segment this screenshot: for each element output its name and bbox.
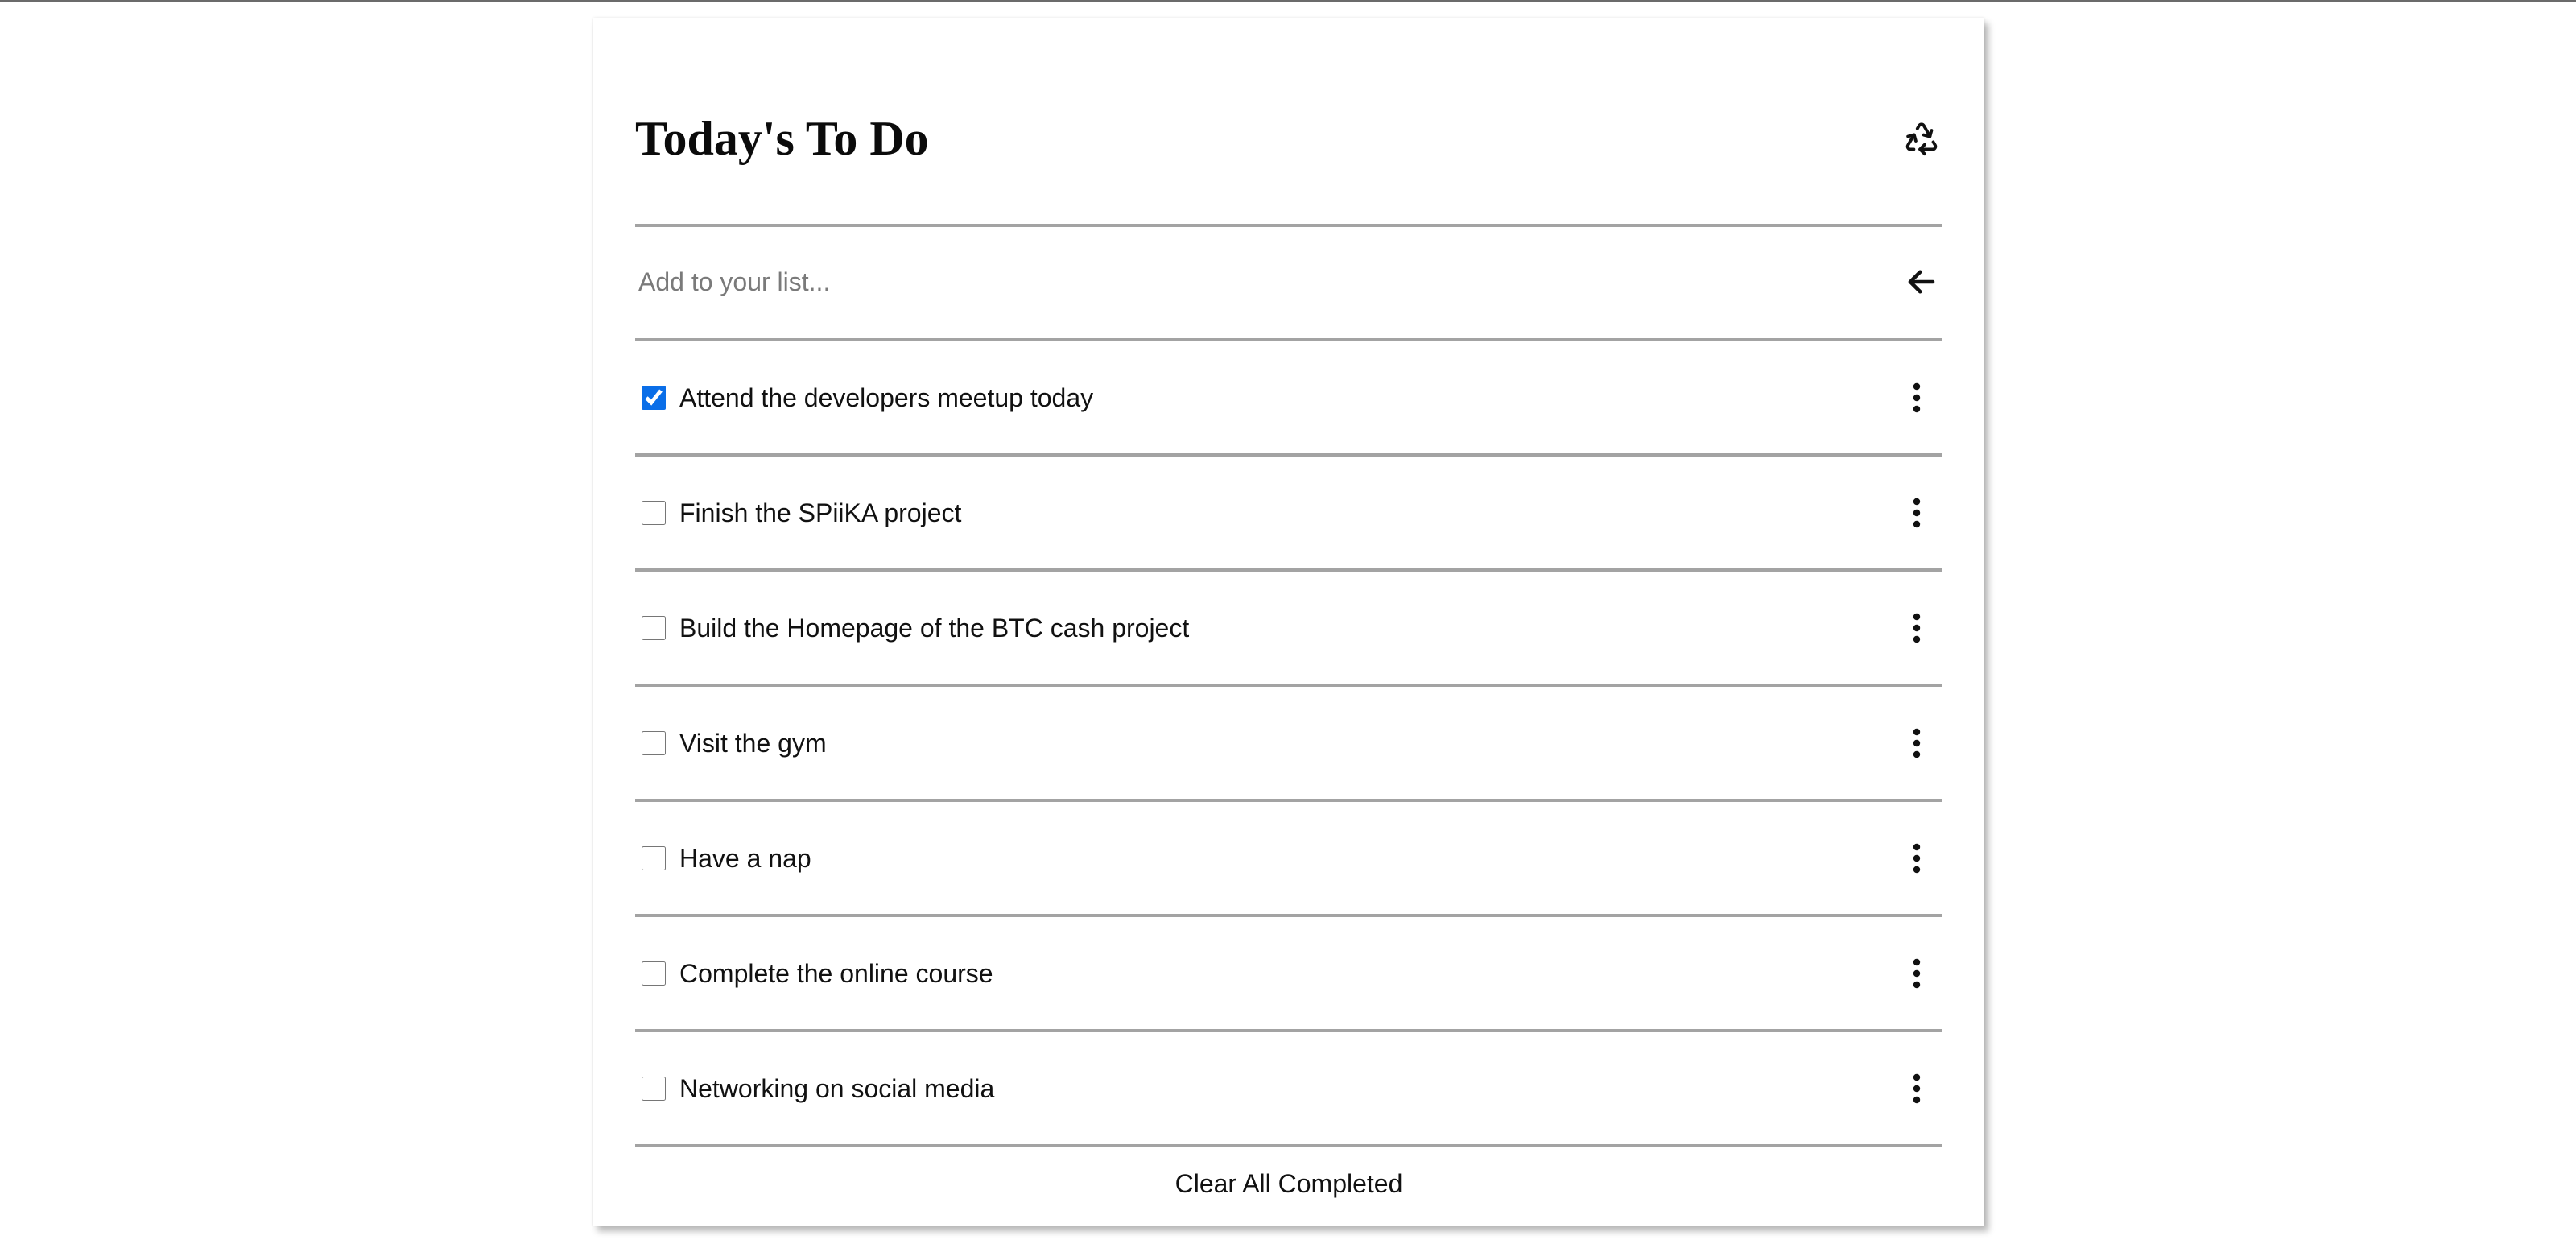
task-menu-button[interactable] <box>1901 836 1933 881</box>
add-task-row <box>635 227 1942 341</box>
task-label: Have a nap <box>679 843 811 873</box>
task-checkbox[interactable] <box>642 730 666 755</box>
more-vertical-icon <box>1913 382 1921 412</box>
task-checkbox[interactable] <box>642 961 666 986</box>
task-checkbox[interactable] <box>642 385 666 410</box>
more-vertical-icon <box>1913 498 1921 527</box>
more-vertical-icon <box>1913 613 1921 643</box>
task-checkbox[interactable] <box>642 615 666 640</box>
task-menu-button[interactable] <box>1901 1066 1933 1111</box>
task-menu-button[interactable] <box>1901 606 1933 651</box>
task-item: Visit the gym <box>635 687 1942 802</box>
task-item: Complete the online course <box>635 917 1942 1032</box>
page-title: Today's To Do <box>635 112 929 165</box>
more-vertical-icon <box>1913 728 1921 758</box>
more-vertical-icon <box>1913 843 1921 873</box>
add-task-button[interactable] <box>1901 261 1942 303</box>
task-label: Build the Homepage of the BTC cash proje… <box>679 613 1190 643</box>
more-vertical-icon <box>1913 958 1921 988</box>
task-checkbox[interactable] <box>642 500 666 525</box>
refresh-button[interactable] <box>1901 118 1942 159</box>
task-label: Visit the gym <box>679 728 827 758</box>
task-menu-button[interactable] <box>1901 721 1933 766</box>
todo-header: Today's To Do <box>635 56 1942 227</box>
recycle-icon <box>1905 122 1938 156</box>
task-checkbox[interactable] <box>642 845 666 870</box>
task-item: Attend the developers meetup today <box>635 341 1942 457</box>
more-vertical-icon <box>1913 1073 1921 1103</box>
arrow-left-icon <box>1908 270 1935 294</box>
todo-card: Today's To Do Attend the developers meet… <box>593 18 1984 1226</box>
task-list: Attend the developers meetup today Finis… <box>635 341 1942 1147</box>
task-item: Networking on social media <box>635 1032 1942 1147</box>
task-menu-button[interactable] <box>1901 375 1933 420</box>
task-item: Build the Homepage of the BTC cash proje… <box>635 572 1942 687</box>
add-task-input[interactable] <box>638 258 1846 306</box>
task-item: Have a nap <box>635 802 1942 917</box>
task-menu-button[interactable] <box>1901 951 1933 996</box>
task-checkbox[interactable] <box>642 1076 666 1101</box>
clear-completed-button[interactable]: Clear All Completed <box>635 1147 1942 1220</box>
task-menu-button[interactable] <box>1901 490 1933 535</box>
task-label: Networking on social media <box>679 1073 995 1103</box>
task-item: Finish the SPiiKA project <box>635 457 1942 572</box>
task-label: Complete the online course <box>679 958 993 988</box>
task-label: Finish the SPiiKA project <box>679 498 962 527</box>
task-label: Attend the developers meetup today <box>679 382 1094 412</box>
window-top-border <box>0 0 2576 2</box>
